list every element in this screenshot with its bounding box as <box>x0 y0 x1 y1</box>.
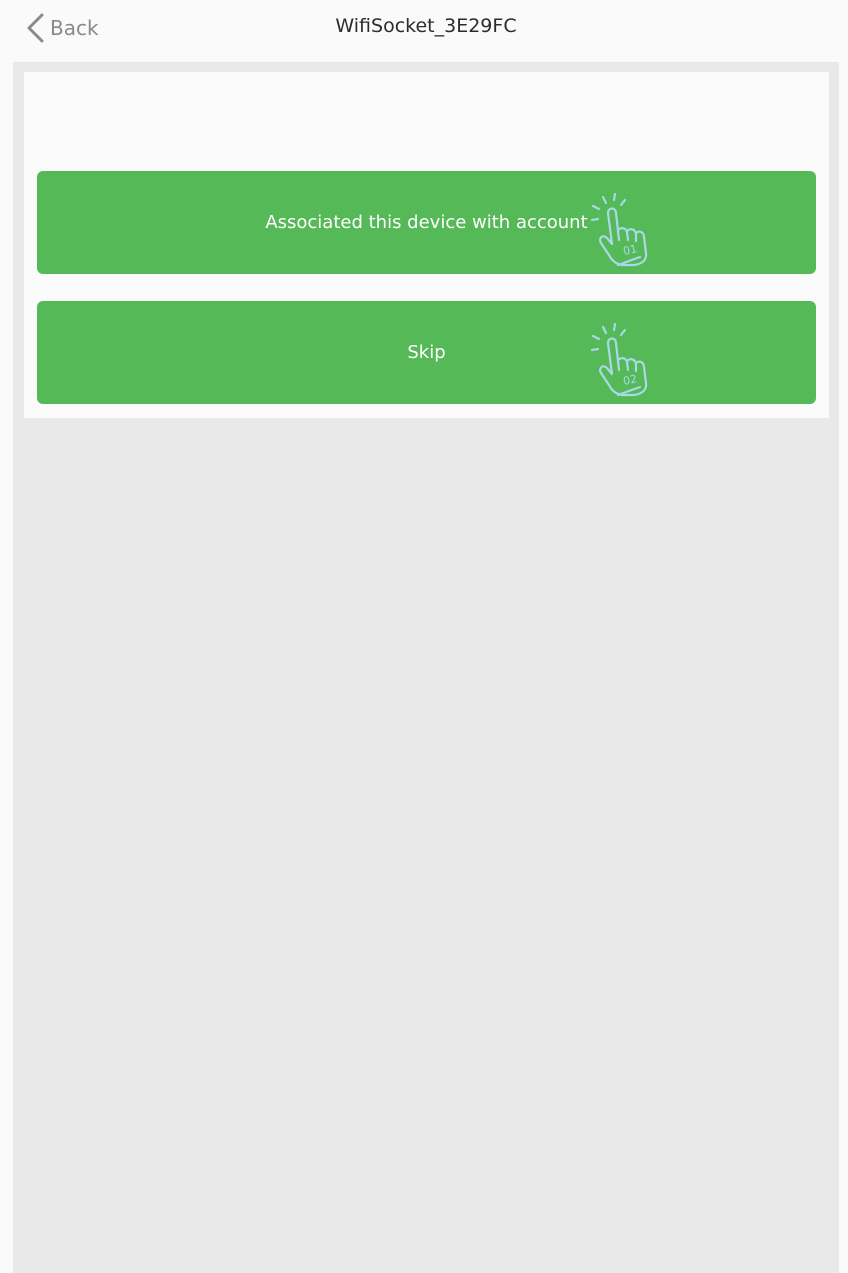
actions-panel: Associated this device with account 01 S… <box>24 72 829 418</box>
tap-hand-02-icon: 02 <box>590 323 648 397</box>
header-bar: Back WifiSocket_3E29FC <box>0 0 848 62</box>
content-area: Associated this device with account 01 S… <box>13 62 839 1273</box>
skip-label: Skip <box>407 342 446 363</box>
associate-account-label: Associated this device with account <box>265 212 588 233</box>
skip-button[interactable]: Skip 02 <box>37 301 816 404</box>
page-title: WifiSocket_3E29FC <box>335 15 517 37</box>
svg-text:01: 01 <box>622 242 638 258</box>
associate-account-button[interactable]: Associated this device with account 01 <box>37 171 816 274</box>
tap-hand-01-icon: 01 <box>590 193 648 267</box>
svg-text:02: 02 <box>622 372 638 388</box>
